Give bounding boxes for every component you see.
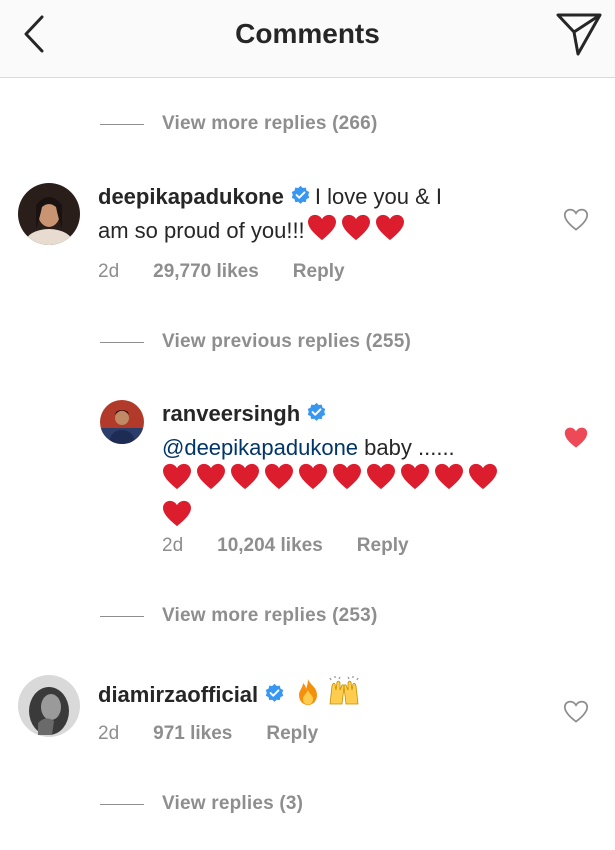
heart-outline-icon bbox=[563, 700, 589, 723]
red-heart-emoji bbox=[375, 214, 404, 241]
avatar[interactable] bbox=[100, 400, 144, 444]
comment-meta: 2d 971 likes Reply bbox=[98, 723, 318, 745]
likes-count[interactable]: 10,204 likes bbox=[217, 535, 323, 557]
share-button[interactable] bbox=[555, 10, 603, 58]
red-heart-emoji bbox=[163, 500, 191, 527]
toggle-label: View previous replies (255) bbox=[162, 331, 411, 352]
send-direct-icon bbox=[556, 13, 602, 56]
comment-body: deepikapadukone I love you & I am so prou… bbox=[98, 180, 518, 248]
reply-timestamp: 2d bbox=[162, 535, 184, 556]
header-bar: Comments bbox=[0, 0, 615, 78]
mention-link[interactable]: @deepikapadukone bbox=[162, 435, 358, 460]
heart-emojis bbox=[162, 463, 522, 537]
avatar-image bbox=[18, 183, 80, 245]
like-button[interactable] bbox=[562, 206, 590, 234]
divider-line bbox=[100, 341, 144, 343]
raising-hands-emoji bbox=[329, 676, 359, 705]
heart-filled-icon bbox=[564, 427, 588, 448]
reply-button[interactable]: Reply bbox=[266, 723, 318, 745]
verified-badge-icon bbox=[265, 683, 284, 702]
comment-body: diamirzaofficial bbox=[98, 676, 518, 712]
heart-emojis bbox=[307, 214, 409, 243]
avatar-image bbox=[18, 675, 80, 737]
comment-username[interactable]: diamirzaofficial bbox=[98, 682, 258, 707]
page-title: Comments bbox=[235, 18, 380, 49]
red-heart-emoji bbox=[231, 463, 259, 490]
comment-timestamp: 2d bbox=[98, 261, 120, 282]
toggle-label: View more replies (253) bbox=[162, 605, 378, 626]
avatar[interactable] bbox=[18, 183, 80, 245]
heart-outline-icon bbox=[563, 208, 589, 231]
toggle-label: View replies (3) bbox=[162, 793, 304, 814]
avatar-image bbox=[100, 400, 144, 444]
comment-username[interactable]: deepikapadukone bbox=[98, 184, 284, 209]
comment-text-line2: am so proud of you!!! bbox=[98, 218, 305, 243]
red-heart-emoji bbox=[469, 463, 497, 490]
reply-text: baby ...... bbox=[364, 435, 455, 460]
red-heart-emoji bbox=[163, 463, 191, 490]
view-more-replies-toggle[interactable]: View more replies (266) bbox=[100, 113, 377, 135]
avatar[interactable] bbox=[18, 675, 80, 737]
like-button[interactable] bbox=[562, 698, 590, 726]
fire-emoji bbox=[299, 679, 318, 705]
divider-line bbox=[100, 123, 144, 125]
comment-meta: 2d 29,770 likes Reply bbox=[98, 261, 345, 283]
divider-line bbox=[100, 615, 144, 617]
reply-button[interactable]: Reply bbox=[357, 535, 409, 557]
reply-username[interactable]: ranveersingh bbox=[162, 401, 300, 426]
likes-count[interactable]: 971 likes bbox=[153, 723, 232, 745]
verified-badge-icon bbox=[307, 402, 326, 421]
reply-button[interactable]: Reply bbox=[293, 261, 345, 283]
comment-timestamp: 2d bbox=[98, 723, 120, 744]
red-heart-emoji bbox=[367, 463, 395, 490]
view-previous-replies-toggle[interactable]: View previous replies (255) bbox=[100, 331, 411, 353]
reply-meta: 2d 10,204 likes Reply bbox=[162, 535, 409, 557]
comment-text-line1: I love you & I bbox=[314, 184, 443, 209]
divider-line bbox=[100, 803, 144, 805]
view-more-replies-toggle[interactable]: View more replies (253) bbox=[100, 605, 377, 627]
red-heart-emoji bbox=[299, 463, 327, 490]
likes-count[interactable]: 29,770 likes bbox=[153, 261, 259, 283]
toggle-label: View more replies (266) bbox=[162, 113, 378, 134]
red-heart-emoji bbox=[401, 463, 429, 490]
view-replies-toggle[interactable]: View replies (3) bbox=[100, 793, 303, 815]
red-heart-emoji bbox=[341, 214, 370, 241]
reply-body: ranveersingh @deepikapadukone baby .....… bbox=[162, 397, 522, 465]
red-heart-emoji bbox=[333, 463, 361, 490]
red-heart-emoji bbox=[307, 214, 336, 241]
red-heart-emoji bbox=[197, 463, 225, 490]
verified-badge-icon bbox=[291, 185, 310, 204]
red-heart-emoji bbox=[435, 463, 463, 490]
like-button[interactable] bbox=[562, 424, 590, 452]
red-heart-emoji bbox=[265, 463, 293, 490]
